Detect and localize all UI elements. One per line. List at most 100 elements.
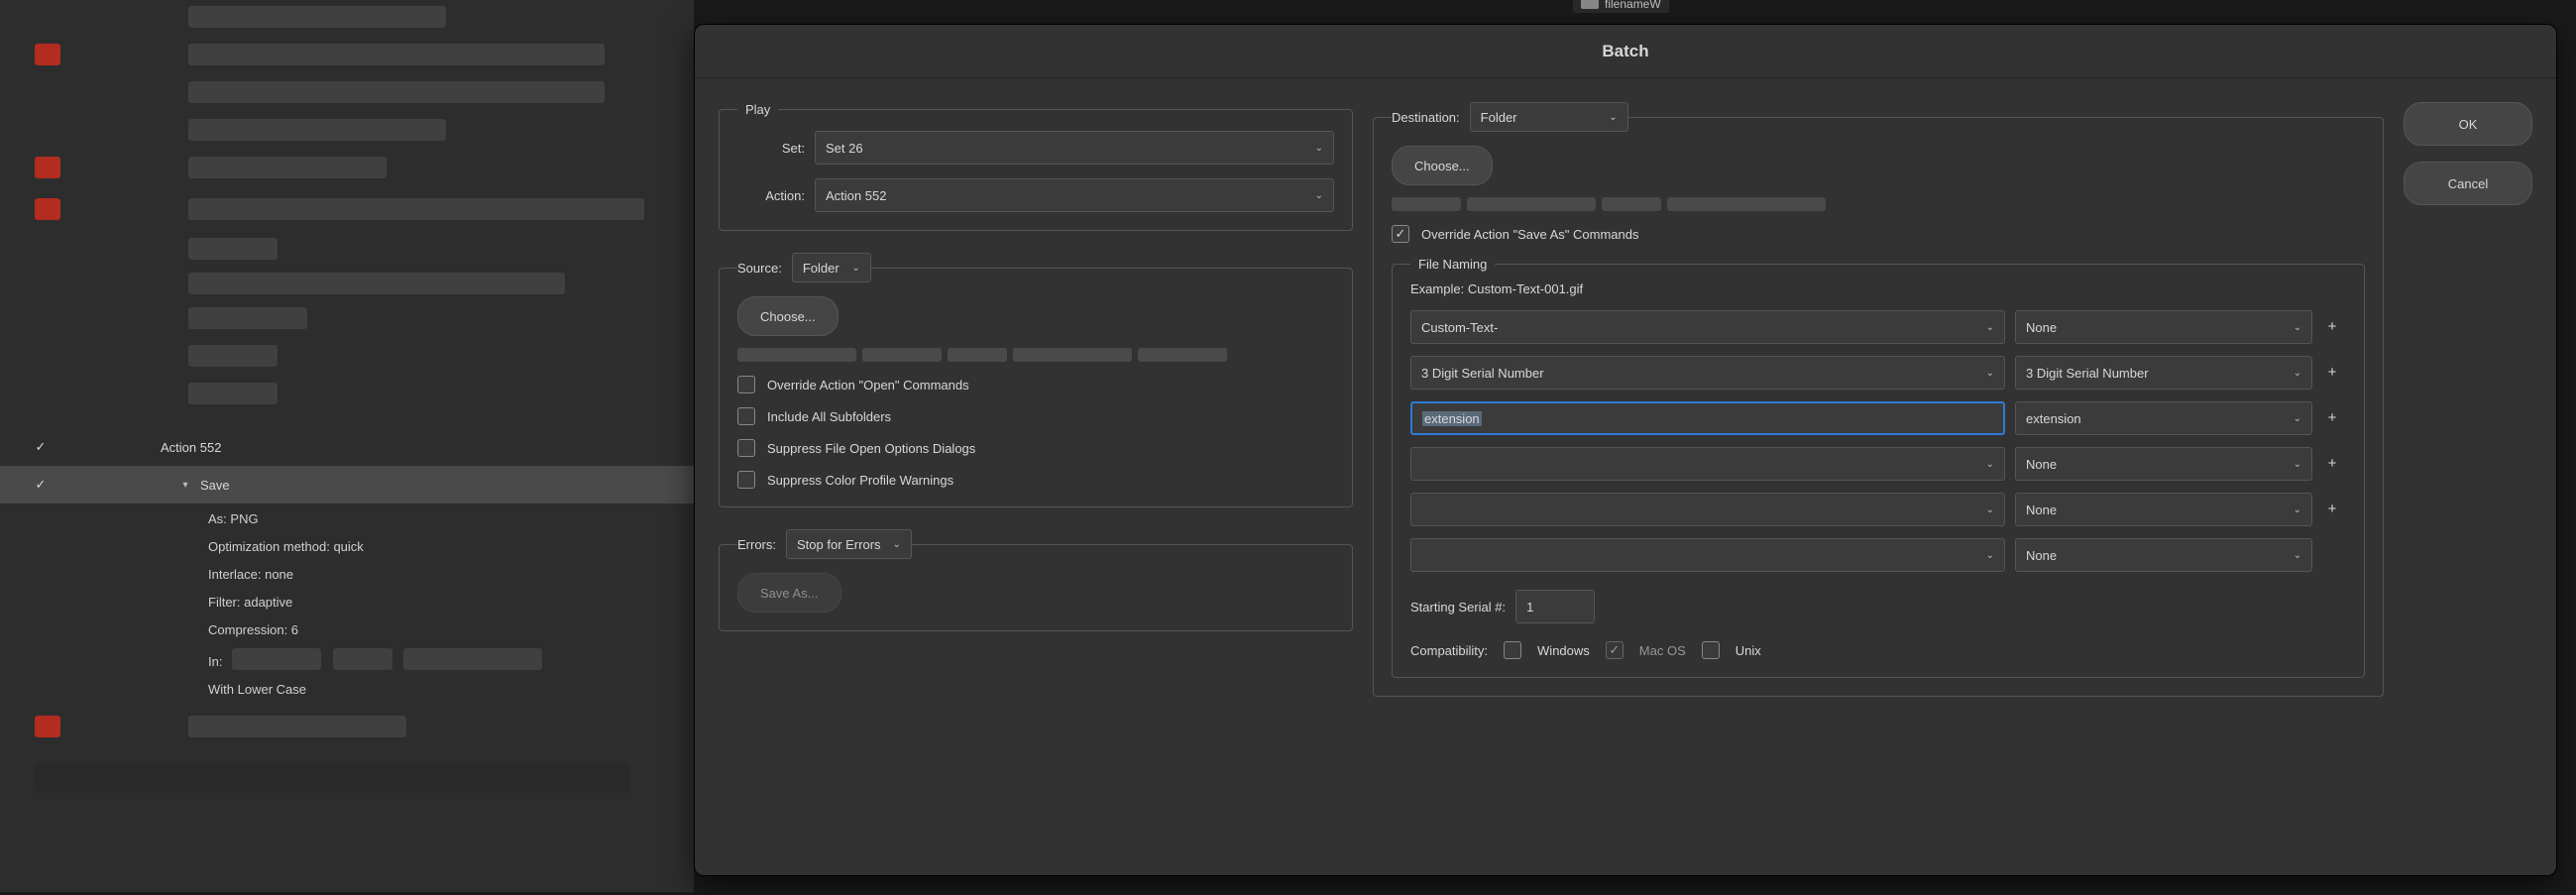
action-value: Action 552 <box>826 188 886 203</box>
check-icon: ✓ <box>30 439 52 455</box>
plus-icon: + <box>2322 454 2342 474</box>
errors-fieldset: Errors: Stop for Errors ⌄ Save As... <box>719 529 1353 631</box>
check-icon: ✓ <box>30 477 52 493</box>
naming-grid: Custom-Text- ⌄ None ⌄ + 3 Digit Serial N… <box>1410 310 2346 572</box>
suppress-color-checkbox[interactable] <box>737 471 755 489</box>
naming-left-5[interactable]: ⌄ <box>1410 493 2005 526</box>
errors-label: Errors: <box>737 537 776 552</box>
action-label: Action: <box>737 188 805 203</box>
detail-filter: Filter: adaptive <box>208 589 520 616</box>
suppress-open-label: Suppress File Open Options Dialogs <box>767 441 975 456</box>
suppress-open-checkbox[interactable] <box>737 439 755 457</box>
actions-panel: ✓ Action 552 ✓ ▾ Save As: PNG Optimizati… <box>0 0 694 892</box>
override-save-checkbox[interactable] <box>1392 225 1409 243</box>
override-save-label: Override Action "Save As" Commands <box>1421 227 1639 242</box>
ok-button[interactable]: OK <box>2404 102 2532 146</box>
detail-in: In: <box>208 654 222 669</box>
chevron-down-icon: ⌄ <box>2294 368 2301 379</box>
naming-left-6[interactable]: ⌄ <box>1410 538 2005 572</box>
compat-unix-checkbox[interactable] <box>1702 641 1720 659</box>
file-naming-fieldset: File Naming Example: Custom-Text-001.gif… <box>1392 257 2365 678</box>
chevron-down-icon: ⌄ <box>1986 550 1994 561</box>
chevron-down-icon: ⌄ <box>2294 550 2301 561</box>
compat-macos-checkbox <box>1606 641 1624 659</box>
naming-left-4[interactable]: ⌄ <box>1410 447 2005 481</box>
destination-choose-button[interactable]: Choose... <box>1392 146 1493 185</box>
batch-dialog: Batch Play Set: Set 26 ⌄ Action: Action … <box>694 24 2557 876</box>
chevron-down-icon: ⌄ <box>851 263 859 274</box>
chevron-down-icon: ⌄ <box>1315 190 1323 201</box>
set-value: Set 26 <box>826 141 863 156</box>
override-open-label: Override Action "Open" Commands <box>767 378 969 392</box>
action-label: Save <box>200 478 230 493</box>
naming-right-4[interactable]: None ⌄ <box>2015 447 2312 481</box>
naming-right-6[interactable]: None ⌄ <box>2015 538 2312 572</box>
play-legend: Play <box>737 102 778 117</box>
include-subfolders-checkbox[interactable] <box>737 407 755 425</box>
save-as-button[interactable]: Save As... <box>737 573 841 613</box>
plus-icon: + <box>2322 363 2342 383</box>
source-value: Folder <box>803 261 840 276</box>
naming-right-1[interactable]: None ⌄ <box>2015 310 2312 344</box>
action-row-action552[interactable]: ✓ Action 552 <box>0 428 694 466</box>
naming-left-1[interactable]: Custom-Text- ⌄ <box>1410 310 2005 344</box>
plus-icon: + <box>2322 500 2342 519</box>
action-row-save[interactable]: ✓ ▾ Save <box>0 466 694 503</box>
play-fieldset: Play Set: Set 26 ⌄ Action: Action 552 ⌄ <box>719 102 1353 231</box>
chevron-down-icon: ⌄ <box>1986 322 1994 333</box>
cancel-button[interactable]: Cancel <box>2404 162 2532 205</box>
destination-fieldset: Destination: Folder ⌄ Choose... <box>1373 102 2384 697</box>
naming-left-3[interactable]: extension <box>1410 401 2005 435</box>
naming-right-3[interactable]: extension ⌄ <box>2015 401 2312 435</box>
chevron-down-icon: ⌄ <box>2294 459 2301 470</box>
chevron-down-icon: ⌄ <box>893 539 901 550</box>
naming-left-2[interactable]: 3 Digit Serial Number ⌄ <box>1410 356 2005 390</box>
source-select[interactable]: Folder ⌄ <box>792 253 871 282</box>
source-fieldset: Source: Folder ⌄ Choose... <box>719 253 1353 507</box>
compatibility-label: Compatibility: <box>1410 643 1488 658</box>
override-open-checkbox[interactable] <box>737 376 755 393</box>
dialog-title: Batch <box>695 25 2556 78</box>
naming-right-2[interactable]: 3 Digit Serial Number ⌄ <box>2015 356 2312 390</box>
plus-icon: + <box>2322 408 2342 428</box>
detail-interlace: Interlace: none <box>208 561 520 589</box>
document-tab[interactable]: filenameW <box>1572 0 1670 14</box>
tab-icon <box>1581 0 1599 9</box>
compat-macos-label: Mac OS <box>1639 643 1686 658</box>
starting-serial-input[interactable]: 1 <box>1515 590 1595 623</box>
destination-label: Destination: <box>1392 110 1460 125</box>
include-subfolders-label: Include All Subfolders <box>767 409 891 424</box>
compat-windows-label: Windows <box>1537 643 1590 658</box>
set-select[interactable]: Set 26 ⌄ <box>815 131 1334 165</box>
action-label: Action 552 <box>161 440 221 455</box>
detail-compression: Compression: 6 <box>208 616 520 644</box>
naming-right-5[interactable]: None ⌄ <box>2015 493 2312 526</box>
example-value: Custom-Text-001.gif <box>1468 281 1583 296</box>
starting-serial-label: Starting Serial #: <box>1410 600 1506 615</box>
errors-select[interactable]: Stop for Errors ⌄ <box>786 529 912 559</box>
chevron-down-icon: ⌄ <box>2294 322 2301 333</box>
destination-path-display <box>1392 197 2365 211</box>
detail-opt: Optimization method: quick <box>208 533 520 561</box>
compat-unix-label: Unix <box>1736 643 1761 658</box>
destination-value: Folder <box>1481 110 1517 125</box>
action-details: As: PNG Optimization method: quick Inter… <box>208 505 520 704</box>
file-naming-legend: File Naming <box>1410 257 1495 272</box>
detail-as: As: PNG <box>208 505 520 533</box>
compat-windows-checkbox[interactable] <box>1504 641 1521 659</box>
action-select[interactable]: Action 552 ⌄ <box>815 178 1334 212</box>
chevron-down-icon: ⌄ <box>1315 143 1323 154</box>
source-choose-button[interactable]: Choose... <box>737 296 839 336</box>
chevron-down-icon[interactable]: ▾ <box>170 480 200 491</box>
source-path-display <box>737 348 1334 362</box>
detail-withlower: With Lower Case <box>208 676 520 704</box>
chevron-down-icon: ⌄ <box>1986 459 1994 470</box>
chevron-down-icon: ⌄ <box>1986 368 1994 379</box>
set-label: Set: <box>737 141 805 156</box>
suppress-color-label: Suppress Color Profile Warnings <box>767 473 953 488</box>
destination-select[interactable]: Folder ⌄ <box>1470 102 1628 132</box>
source-label: Source: <box>737 261 782 276</box>
example-label: Example: <box>1410 281 1464 296</box>
chevron-down-icon: ⌄ <box>2294 413 2301 424</box>
errors-value: Stop for Errors <box>797 537 881 552</box>
